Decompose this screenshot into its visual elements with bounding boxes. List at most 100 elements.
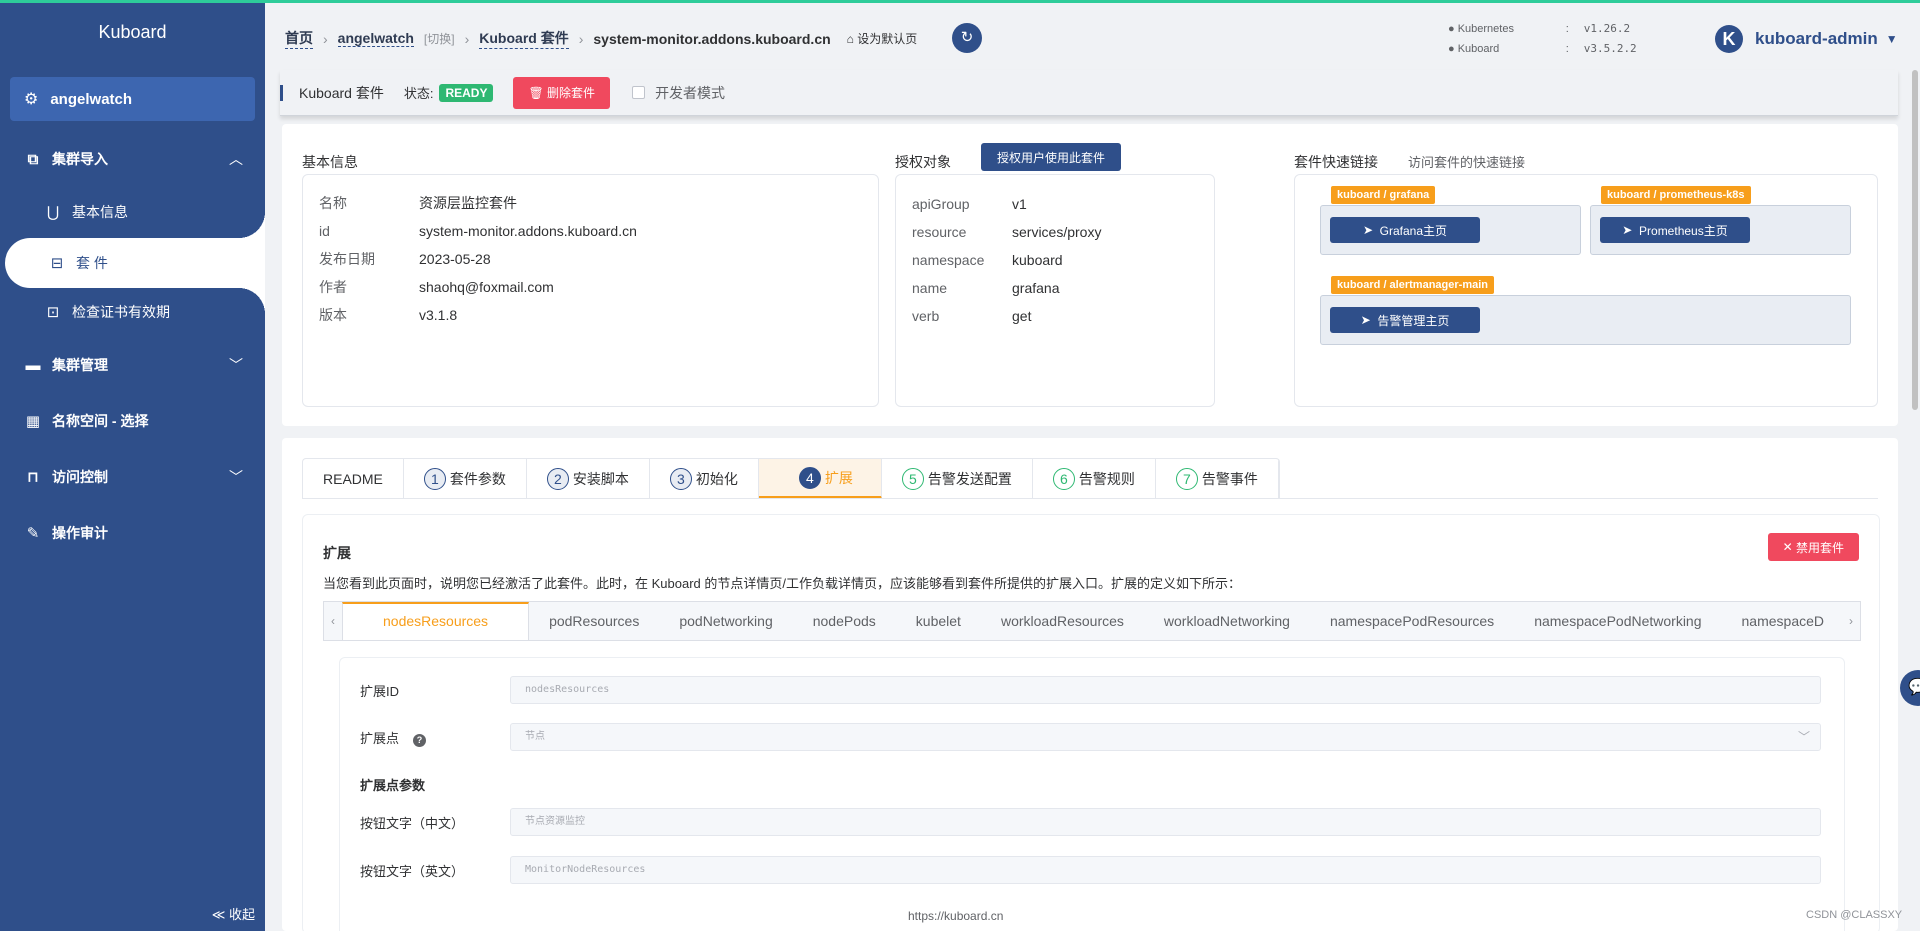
- sidebar-item-namespace-select[interactable]: ▦ 名称空间 - 选择: [0, 399, 265, 443]
- sidebar-item-access-control[interactable]: ⊓ 访问控制 ﹀: [0, 455, 265, 499]
- delete-suite-button[interactable]: 🗑 删除套件: [513, 76, 611, 109]
- chevron-down-icon: ﹀: [229, 469, 243, 485]
- collapse-button[interactable]: ≪ 收起: [212, 904, 255, 923]
- chat-icon[interactable]: 💬: [1900, 670, 1920, 706]
- extension-title: 扩展: [323, 545, 351, 561]
- tab-label: 安装脚本: [572, 471, 629, 487]
- kv-key: resource: [912, 224, 967, 240]
- scrollbar[interactable]: [1912, 70, 1918, 410]
- tab-install-script[interactable]: 2 安装脚本: [527, 459, 650, 498]
- params-heading: 扩展点参数: [360, 778, 426, 793]
- help-icon[interactable]: ?: [413, 733, 427, 747]
- basic-info-list: 名称 资源层监控套件 id system-monitor.addons.kuboar…: [319, 189, 637, 329]
- subtab-nodesResources[interactable]: nodesResources: [342, 602, 530, 640]
- auth-title: 授权对象: [895, 154, 951, 170]
- title-bar-accent: [280, 84, 283, 101]
- subtab-namespacePodResources[interactable]: namespacePodResources: [1310, 602, 1514, 640]
- sidebar-item-basic-info[interactable]: ⋃ 基本信息: [0, 190, 265, 234]
- sidebar-item-suites[interactable]: ⊟ 套 件: [5, 212, 265, 314]
- grid-icon: ▦: [25, 413, 41, 430]
- subtab-podNetworking[interactable]: podNetworking: [659, 602, 792, 640]
- version-name: Kubernetes: [1457, 23, 1514, 35]
- field-label: 按钮文字（中文）: [360, 815, 465, 831]
- breadcrumb-cluster[interactable]: angelwatch: [337, 30, 414, 47]
- sidebar-item-label: 套 件: [76, 255, 108, 271]
- kv-key: verb: [912, 308, 940, 324]
- avatar: K: [1715, 25, 1743, 53]
- kv-row: 发布日期 2023-05-28: [319, 245, 637, 273]
- links-card: ➤ Grafana主页 kuboard / grafana ➤ Promethe…: [1294, 174, 1878, 407]
- breadcrumb-current: system-monitor.addons.kuboard.cn: [593, 30, 831, 47]
- extension-id-field[interactable]: nodesResources: [510, 676, 1821, 704]
- sidebar-item-label: 集群导入: [52, 151, 108, 167]
- auth-card: apiGroup v1 resource services/proxy namesp…: [895, 174, 1215, 407]
- tab-readme[interactable]: README: [303, 459, 404, 498]
- caret-down-icon: ▼: [1885, 32, 1898, 46]
- edit-icon: ✎: [26, 525, 40, 542]
- subtab-workloadResources[interactable]: workloadResources: [981, 602, 1144, 640]
- switch-cluster-link[interactable]: [切换]: [424, 30, 455, 47]
- tab-divider: [302, 498, 1878, 499]
- dev-mode-checkbox[interactable]: [632, 86, 646, 99]
- subtab-nodePods[interactable]: nodePods: [793, 602, 896, 640]
- version-value: v1.26.2: [1583, 22, 1631, 35]
- link-tag: kuboard / grafana: [1331, 186, 1436, 204]
- alertmanager-home-button[interactable]: ➤ 告警管理主页: [1330, 307, 1480, 333]
- subtab-namespaceD[interactable]: namespaceD: [1722, 602, 1842, 640]
- set-default-page[interactable]: ⌂ 设为默认页: [847, 30, 918, 47]
- form-row-point: 扩展点? 节点 ﹀: [360, 723, 1821, 751]
- field-label: 按钮文字（英文）: [360, 863, 465, 879]
- chevron-right-icon[interactable]: ›: [1842, 602, 1860, 640]
- button-text-en-field[interactable]: MonitorNodeResources: [510, 856, 1821, 884]
- navigate-icon: ➤: [1360, 313, 1378, 327]
- extension-description: 当您看到此页面时，说明您已经激活了此套件。此时，在 Kuboard 的节点详情页…: [323, 576, 1241, 591]
- tab-alert-send-config[interactable]: 5 告警发送配置: [882, 459, 1033, 498]
- refresh-button[interactable]: ↻: [952, 23, 982, 53]
- subtab-podResources[interactable]: podResources: [529, 602, 659, 640]
- disable-suite-button[interactable]: ✕ 禁用套件: [1767, 533, 1859, 561]
- subtab-workloadNetworking[interactable]: workloadNetworking: [1144, 602, 1310, 640]
- tab-label: 扩展: [824, 469, 853, 486]
- set-default-label: 设为默认页: [857, 32, 918, 46]
- tab-alert-rules[interactable]: 6 告警规则: [1033, 459, 1156, 498]
- grant-user-button[interactable]: 授权用户使用此套件: [981, 143, 1121, 171]
- kv-row: apiGroup v1: [912, 190, 1101, 218]
- sidebar-item-label: 检查证书有效期: [72, 304, 170, 320]
- link-tag: kuboard / prometheus-k8s: [1601, 186, 1751, 204]
- footer-url[interactable]: https://kuboard.cn: [908, 909, 1003, 923]
- chevron-right-icon: ›: [464, 30, 470, 47]
- button-text-cn-field[interactable]: 节点资源监控: [510, 808, 1821, 836]
- extension-point-select[interactable]: 节点 ﹀: [510, 723, 1821, 751]
- tab-label: 初始化: [695, 471, 738, 487]
- sidebar-item-cluster-manage[interactable]: ▬ 集群管理 ﹀: [0, 343, 265, 387]
- prometheus-home-button[interactable]: ➤ Prometheus主页: [1600, 217, 1750, 243]
- tab-label: 套件参数: [449, 471, 506, 487]
- tab-extension[interactable]: 4 扩展: [758, 459, 882, 498]
- subtab-namespacePodNetworking[interactable]: namespacePodNetworking: [1514, 602, 1721, 640]
- chevron-left-icon[interactable]: ‹: [324, 602, 342, 640]
- kv-key: 版本: [319, 307, 347, 323]
- cluster-selector[interactable]: ⚙ angelwatch: [10, 77, 255, 121]
- breadcrumb-suite[interactable]: Kuboard 套件: [479, 28, 569, 49]
- kv-value: grafana: [1012, 280, 1060, 296]
- tab-params[interactable]: 1 套件参数: [404, 459, 527, 498]
- kv-key: 发布日期: [319, 251, 375, 267]
- sidebar-item-audit[interactable]: ✎ 操作审计: [0, 511, 265, 555]
- extension-form: 扩展ID nodesResources 扩展点? 节点 ﹀ 扩展点参数 按钮文字（…: [339, 657, 1845, 931]
- tab-init[interactable]: 3 初始化: [650, 459, 759, 498]
- subtab-kubelet[interactable]: kubelet: [896, 602, 981, 640]
- watermark: CSDN @CLASSXY: [1806, 909, 1903, 921]
- breadcrumb-home[interactable]: 首页: [285, 28, 313, 49]
- link-box-grafana: ➤ Grafana主页: [1320, 205, 1581, 255]
- tab-alert-events[interactable]: 7 告警事件: [1156, 459, 1279, 498]
- form-row-id: 扩展ID nodesResources: [360, 676, 1821, 704]
- header: 首页 › angelwatch [切换] › Kuboard 套件 › syst…: [265, 3, 1920, 71]
- tab-label: README: [323, 471, 383, 487]
- step-number: 7: [1175, 468, 1198, 490]
- step-number: 2: [546, 468, 569, 490]
- sidebar-item-cert-check[interactable]: ⊡ 检查证书有效期: [0, 290, 265, 334]
- link-icon: ⧉: [27, 150, 39, 168]
- sidebar-item-cluster-import[interactable]: ⧉ 集群导入 ︿: [0, 137, 265, 181]
- grafana-home-button[interactable]: ➤ Grafana主页: [1330, 217, 1480, 243]
- user-menu[interactable]: K kuboard-admin ▼: [1715, 25, 1898, 53]
